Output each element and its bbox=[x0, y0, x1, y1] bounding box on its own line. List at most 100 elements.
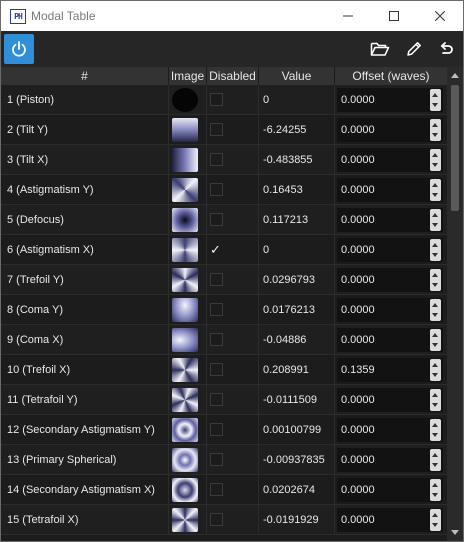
offset-value[interactable]: 0.1359 bbox=[341, 358, 375, 382]
offset-value[interactable]: 0.0000 bbox=[341, 328, 375, 352]
offset-value[interactable]: 0.0000 bbox=[341, 268, 375, 292]
offset-value[interactable]: 0.0000 bbox=[341, 418, 375, 442]
disabled-checkbox[interactable] bbox=[210, 513, 223, 526]
spin-buttons[interactable] bbox=[430, 479, 441, 501]
spin-buttons[interactable] bbox=[430, 419, 441, 441]
offset-spinbox[interactable]: 0.0000 bbox=[337, 148, 443, 172]
table-row[interactable]: 3 (Tilt X) -0.483855 0.0000 bbox=[1, 145, 447, 175]
maximize-button[interactable] bbox=[371, 1, 417, 31]
spin-down-icon[interactable] bbox=[432, 283, 438, 287]
offset-value[interactable]: 0.0000 bbox=[341, 388, 375, 412]
spin-down-icon[interactable] bbox=[432, 193, 438, 197]
spin-up-icon[interactable] bbox=[432, 513, 438, 517]
table-row[interactable]: 1 (Piston) 0 0.0000 bbox=[1, 85, 447, 115]
disabled-checkbox[interactable] bbox=[210, 123, 223, 136]
spin-down-icon[interactable] bbox=[432, 523, 438, 527]
spin-up-icon[interactable] bbox=[432, 183, 438, 187]
offset-value[interactable]: 0.0000 bbox=[341, 448, 375, 472]
table-row[interactable]: 9 (Coma X) -0.04886 0.0000 bbox=[1, 325, 447, 355]
table-row[interactable]: 8 (Coma Y) 0.0176213 0.0000 bbox=[1, 295, 447, 325]
offset-value[interactable]: 0.0000 bbox=[341, 148, 375, 172]
spin-down-icon[interactable] bbox=[432, 373, 438, 377]
spin-buttons[interactable] bbox=[430, 359, 441, 381]
disabled-checkbox[interactable] bbox=[210, 303, 223, 316]
spin-buttons[interactable] bbox=[430, 329, 441, 351]
offset-spinbox[interactable]: 0.0000 bbox=[337, 88, 443, 112]
table-row[interactable]: 10 (Trefoil X) 0.208991 0.1359 bbox=[1, 355, 447, 385]
spin-up-icon[interactable] bbox=[432, 333, 438, 337]
offset-value[interactable]: 0.0000 bbox=[341, 298, 375, 322]
offset-spinbox[interactable]: 0.0000 bbox=[337, 448, 443, 472]
column-header-offset[interactable]: Offset (waves) bbox=[335, 67, 447, 85]
offset-value[interactable]: 0.0000 bbox=[341, 88, 375, 112]
offset-spinbox[interactable]: 0.0000 bbox=[337, 388, 443, 412]
spin-down-icon[interactable] bbox=[432, 403, 438, 407]
offset-spinbox[interactable]: 0.0000 bbox=[337, 298, 443, 322]
undo-button[interactable] bbox=[436, 39, 456, 59]
offset-spinbox[interactable]: 0.0000 bbox=[337, 418, 443, 442]
spin-up-icon[interactable] bbox=[432, 483, 438, 487]
table-row[interactable]: 13 (Primary Spherical) -0.00937835 0.0000 bbox=[1, 445, 447, 475]
offset-spinbox[interactable]: 0.1359 bbox=[337, 358, 443, 382]
spin-up-icon[interactable] bbox=[432, 213, 438, 217]
offset-spinbox[interactable]: 0.0000 bbox=[337, 118, 443, 142]
spin-buttons[interactable] bbox=[430, 149, 441, 171]
spin-buttons[interactable] bbox=[430, 119, 441, 141]
spin-down-icon[interactable] bbox=[432, 103, 438, 107]
table-row[interactable]: 7 (Trefoil Y) 0.0296793 0.0000 bbox=[1, 265, 447, 295]
offset-value[interactable]: 0.0000 bbox=[341, 508, 375, 532]
disabled-checkbox[interactable] bbox=[210, 483, 223, 496]
spin-buttons[interactable] bbox=[430, 89, 441, 111]
close-button[interactable] bbox=[417, 1, 463, 31]
minimize-button[interactable] bbox=[325, 1, 371, 31]
spin-buttons[interactable] bbox=[430, 179, 441, 201]
spin-buttons[interactable] bbox=[430, 269, 441, 291]
spin-buttons[interactable] bbox=[430, 389, 441, 411]
spin-down-icon[interactable] bbox=[432, 223, 438, 227]
spin-buttons[interactable] bbox=[430, 239, 441, 261]
table-row[interactable]: 14 (Secondary Astigmatism X) 0.0202674 0.0… bbox=[1, 475, 447, 505]
disabled-checkbox[interactable] bbox=[210, 213, 223, 226]
table-row[interactable]: 12 (Secondary Astigmatism Y) 0.00100799 0.… bbox=[1, 415, 447, 445]
table-row[interactable]: 6 (Astigmatism X) ✓ 0 0.0000 bbox=[1, 235, 447, 265]
offset-spinbox[interactable]: 0.0000 bbox=[337, 208, 443, 232]
spin-up-icon[interactable] bbox=[432, 393, 438, 397]
spin-down-icon[interactable] bbox=[432, 433, 438, 437]
column-header-disabled[interactable]: Disabled bbox=[207, 67, 259, 85]
spin-down-icon[interactable] bbox=[432, 313, 438, 317]
spin-down-icon[interactable] bbox=[432, 253, 438, 257]
offset-spinbox[interactable]: 0.0000 bbox=[337, 508, 443, 532]
table-row[interactable]: 15 (Tetrafoil X) -0.0191929 0.0000 bbox=[1, 505, 447, 535]
column-header-image[interactable]: Image bbox=[169, 67, 207, 85]
spin-up-icon[interactable] bbox=[432, 243, 438, 247]
spin-up-icon[interactable] bbox=[432, 303, 438, 307]
spin-down-icon[interactable] bbox=[432, 343, 438, 347]
offset-spinbox[interactable]: 0.0000 bbox=[337, 178, 443, 202]
disabled-checkbox[interactable] bbox=[210, 273, 223, 286]
spin-up-icon[interactable] bbox=[432, 363, 438, 367]
offset-spinbox[interactable]: 0.0000 bbox=[337, 478, 443, 502]
offset-value[interactable]: 0.0000 bbox=[341, 118, 375, 142]
column-header-value[interactable]: Value bbox=[259, 67, 335, 85]
spin-buttons[interactable] bbox=[430, 299, 441, 321]
scrollbar-thumb[interactable] bbox=[451, 85, 459, 211]
offset-spinbox[interactable]: 0.0000 bbox=[337, 328, 443, 352]
spin-up-icon[interactable] bbox=[432, 153, 438, 157]
spin-buttons[interactable] bbox=[430, 209, 441, 231]
spin-down-icon[interactable] bbox=[432, 163, 438, 167]
table-row[interactable]: 5 (Defocus) 0.117213 0.0000 bbox=[1, 205, 447, 235]
disabled-checkbox[interactable] bbox=[210, 153, 223, 166]
spin-buttons[interactable] bbox=[430, 509, 441, 531]
disabled-checkbox-checked[interactable]: ✓ bbox=[210, 235, 224, 264]
scroll-down-arrow-icon[interactable] bbox=[451, 530, 459, 535]
disabled-checkbox[interactable] bbox=[210, 423, 223, 436]
column-header-number[interactable]: # bbox=[1, 67, 169, 85]
offset-value[interactable]: 0.0000 bbox=[341, 478, 375, 502]
offset-value[interactable]: 0.0000 bbox=[341, 178, 375, 202]
disabled-checkbox[interactable] bbox=[210, 453, 223, 466]
power-button[interactable] bbox=[4, 34, 34, 64]
scroll-up-arrow-icon[interactable] bbox=[451, 73, 459, 78]
spin-up-icon[interactable] bbox=[432, 273, 438, 277]
disabled-checkbox[interactable] bbox=[210, 333, 223, 346]
disabled-checkbox[interactable] bbox=[210, 183, 223, 196]
